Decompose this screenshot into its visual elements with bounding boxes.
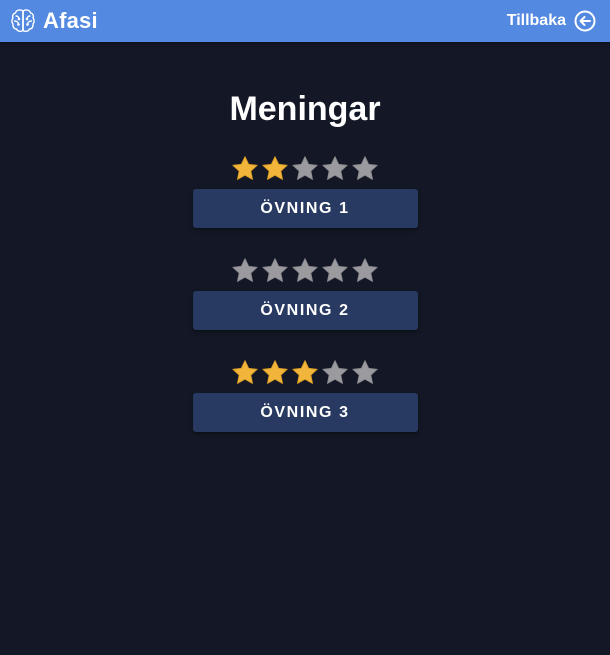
app-name: Afasi <box>43 8 98 33</box>
star-empty-icon <box>292 156 318 180</box>
star-rating <box>230 256 380 286</box>
exercise-1-button[interactable]: ÖVNING 1 <box>192 189 418 228</box>
arrow-left-circle-icon <box>574 10 596 32</box>
star-empty-icon <box>322 360 348 384</box>
star-filled-icon <box>262 156 288 180</box>
main-content: Meningar ÖVNING 1 ÖVNING 2 ÖVNING 3 <box>0 42 610 460</box>
exercise-list: ÖVNING 1 ÖVNING 2 ÖVNING 3 <box>192 154 418 460</box>
star-empty-icon <box>292 258 318 282</box>
star-empty-icon <box>322 156 348 180</box>
exercise-item: ÖVNING 2 <box>192 256 418 330</box>
app-brand[interactable]: Afasi <box>9 7 98 35</box>
page-title: Meningar <box>229 90 381 128</box>
top-app-bar: Afasi Tillbaka <box>0 0 610 42</box>
star-empty-icon <box>322 258 348 282</box>
star-empty-icon <box>262 258 288 282</box>
star-rating <box>230 358 380 388</box>
star-empty-icon <box>352 258 378 282</box>
star-filled-icon <box>232 156 258 180</box>
star-filled-icon <box>292 360 318 384</box>
brain-icon <box>11 9 35 33</box>
star-filled-icon <box>232 360 258 384</box>
star-empty-icon <box>352 360 378 384</box>
back-label: Tillbaka <box>506 12 566 29</box>
exercise-3-button[interactable]: ÖVNING 3 <box>192 393 418 432</box>
star-empty-icon <box>352 156 378 180</box>
back-button[interactable]: Tillbaka <box>507 10 596 32</box>
exercise-item: ÖVNING 1 <box>192 154 418 228</box>
exercise-2-button[interactable]: ÖVNING 2 <box>192 291 418 330</box>
star-filled-icon <box>262 360 288 384</box>
star-rating <box>230 154 380 184</box>
star-empty-icon <box>232 258 258 282</box>
exercise-item: ÖVNING 3 <box>192 358 418 432</box>
